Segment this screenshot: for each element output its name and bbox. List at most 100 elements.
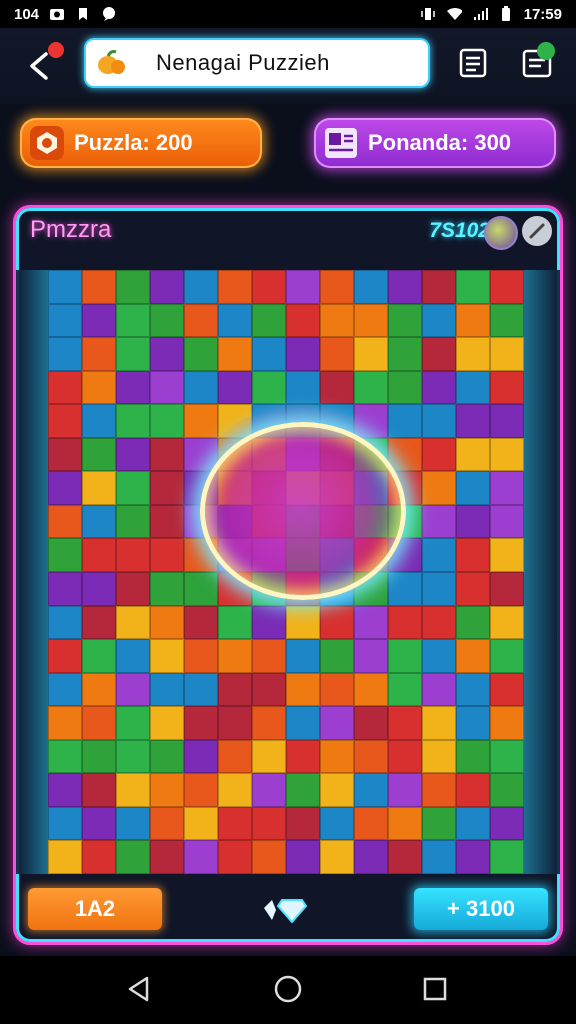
puzzle-piece[interactable] <box>218 404 252 438</box>
puzzle-piece[interactable] <box>354 270 388 304</box>
puzzle-piece[interactable] <box>388 404 422 438</box>
puzzle-piece[interactable] <box>218 471 252 505</box>
puzzle-piece[interactable] <box>116 739 150 774</box>
puzzle-piece[interactable] <box>422 504 456 539</box>
puzzle-piece[interactable] <box>116 806 150 841</box>
puzzle-piece[interactable] <box>116 572 150 606</box>
puzzle-piece[interactable] <box>490 840 524 874</box>
puzzle-piece[interactable] <box>184 773 218 807</box>
puzzle-piece[interactable] <box>490 605 524 640</box>
puzzle-piece[interactable] <box>184 806 218 841</box>
nav-home-button[interactable] <box>273 974 303 1004</box>
puzzle-piece[interactable] <box>286 672 320 707</box>
puzzle-piece[interactable] <box>48 337 82 371</box>
puzzle-piece[interactable] <box>354 672 388 707</box>
puzzle-piece[interactable] <box>320 270 354 304</box>
puzzle-piece[interactable] <box>354 303 388 338</box>
puzzle-piece[interactable] <box>82 437 116 472</box>
puzzle-piece[interactable] <box>490 471 524 505</box>
gem-button[interactable] <box>262 896 310 924</box>
puzzle-piece[interactable] <box>388 270 422 304</box>
puzzle-piece[interactable] <box>48 605 82 640</box>
puzzle-piece[interactable] <box>48 672 82 707</box>
puzzle-piece[interactable] <box>456 370 490 405</box>
puzzle-piece[interactable] <box>184 303 218 338</box>
puzzle-piece[interactable] <box>82 806 116 841</box>
puzzle-piece[interactable] <box>354 437 388 472</box>
puzzle-piece[interactable] <box>116 672 150 707</box>
puzzle-piece[interactable] <box>286 639 320 673</box>
puzzle-piece[interactable] <box>252 303 286 338</box>
puzzle-piece[interactable] <box>218 806 252 841</box>
puzzle-piece[interactable] <box>286 337 320 371</box>
puzzle-piece[interactable] <box>116 370 150 405</box>
puzzle-piece[interactable] <box>354 404 388 438</box>
puzzle-piece[interactable] <box>184 639 218 673</box>
puzzle-piece[interactable] <box>82 337 116 371</box>
puzzle-piece[interactable] <box>320 773 354 807</box>
puzzle-piece[interactable] <box>218 504 252 539</box>
puzzle-piece[interactable] <box>388 605 422 640</box>
puzzle-piece[interactable] <box>150 739 184 774</box>
puzzle-piece[interactable] <box>218 773 252 807</box>
puzzle-piece[interactable] <box>116 706 150 740</box>
puzzle-piece[interactable] <box>456 739 490 774</box>
puzzle-piece[interactable] <box>286 739 320 774</box>
puzzle-piece[interactable] <box>320 572 354 606</box>
puzzle-piece[interactable] <box>82 504 116 539</box>
puzzle-piece[interactable] <box>48 639 82 673</box>
puzzle-piece[interactable] <box>320 806 354 841</box>
puzzle-piece[interactable] <box>218 303 252 338</box>
edit-button[interactable] <box>522 216 552 246</box>
puzzle-piece[interactable] <box>354 639 388 673</box>
puzzle-piece[interactable] <box>116 538 150 572</box>
puzzle-piece[interactable] <box>116 471 150 505</box>
puzzle-piece[interactable] <box>354 840 388 874</box>
puzzle-piece[interactable] <box>456 605 490 640</box>
puzzle-piece[interactable] <box>388 840 422 874</box>
puzzle-piece[interactable] <box>82 706 116 740</box>
puzzle-piece[interactable] <box>354 706 388 740</box>
puzzle-piece[interactable] <box>422 672 456 707</box>
puzzle-piece[interactable] <box>320 706 354 740</box>
puzzle-piece[interactable] <box>48 739 82 774</box>
puzzle-piece[interactable] <box>490 303 524 338</box>
puzzle-piece[interactable] <box>490 572 524 606</box>
puzzle-piece[interactable] <box>456 471 490 505</box>
puzzle-piece[interactable] <box>388 706 422 740</box>
puzzle-piece[interactable] <box>286 605 320 640</box>
puzzle-piece[interactable] <box>286 504 320 539</box>
puzzle-piece[interactable] <box>150 639 184 673</box>
puzzle-piece[interactable] <box>116 270 150 304</box>
puzzle-piece[interactable] <box>82 773 116 807</box>
puzzle-piece[interactable] <box>422 773 456 807</box>
puzzle-piece[interactable] <box>354 471 388 505</box>
puzzle-piece[interactable] <box>48 773 82 807</box>
puzzle-piece[interactable] <box>252 706 286 740</box>
puzzle-piece[interactable] <box>218 370 252 405</box>
puzzle-piece[interactable] <box>320 370 354 405</box>
puzzle-piece[interactable] <box>116 504 150 539</box>
puzzle-piece[interactable] <box>150 806 184 841</box>
puzzle-piece[interactable] <box>286 706 320 740</box>
puzzle-piece[interactable] <box>116 404 150 438</box>
puzzle-piece[interactable] <box>456 572 490 606</box>
puzzle-piece[interactable] <box>252 739 286 774</box>
puzzle-piece[interactable] <box>490 739 524 774</box>
puzzle-piece[interactable] <box>422 639 456 673</box>
puzzle-piece[interactable] <box>184 706 218 740</box>
puzzle-piece[interactable] <box>150 337 184 371</box>
puzzle-piece[interactable] <box>354 806 388 841</box>
puzzle-piece[interactable] <box>218 706 252 740</box>
puzzle-piece[interactable] <box>150 605 184 640</box>
puzzle-piece[interactable] <box>388 370 422 405</box>
nav-back-button[interactable] <box>124 974 154 1004</box>
puzzle-piece[interactable] <box>320 639 354 673</box>
puzzle-piece[interactable] <box>286 437 320 472</box>
puzzle-piece[interactable] <box>48 806 82 841</box>
puzzle-piece[interactable] <box>218 538 252 572</box>
puzzle-piece[interactable] <box>490 270 524 304</box>
puzzle-piece[interactable] <box>150 840 184 874</box>
puzzle-piece[interactable] <box>320 840 354 874</box>
puzzle-piece[interactable] <box>286 538 320 572</box>
